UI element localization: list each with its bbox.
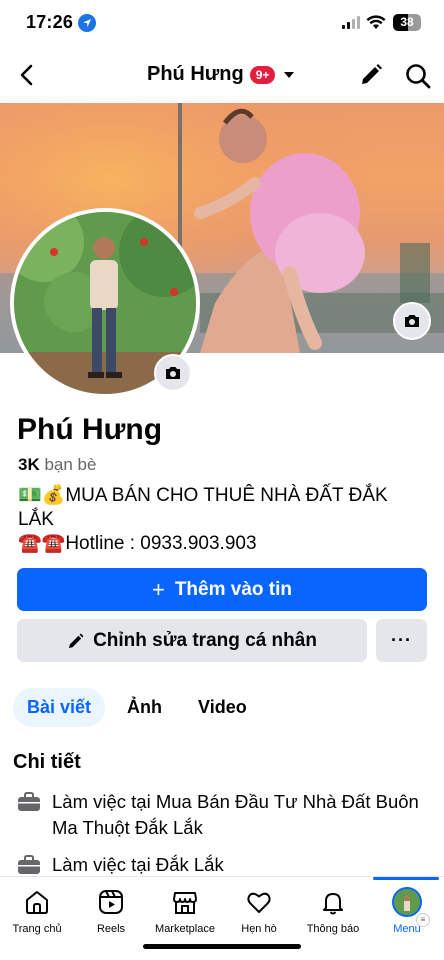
nav-notifications[interactable]: Thông báo	[296, 887, 370, 935]
status-time: 17:26	[26, 12, 74, 32]
reels-icon	[99, 890, 123, 914]
camera-icon	[166, 367, 180, 379]
back-arrow-icon	[20, 64, 33, 86]
friends-count-value: 3K	[18, 455, 40, 474]
profile-name: Phú Hưng	[17, 413, 163, 446]
edit-profile-button[interactable]: Chỉnh sửa trang cá nhân	[17, 619, 367, 662]
friends-count[interactable]: 3K bạn bè	[18, 455, 96, 475]
nav-home[interactable]: Trang chủ	[0, 887, 74, 935]
dating-heart-icon	[247, 892, 271, 913]
cover-camera-button[interactable]	[393, 302, 431, 340]
home-icon	[26, 891, 48, 914]
briefcase-icon	[18, 855, 40, 874]
status-bar: 17:26 38	[0, 0, 444, 48]
add-to-story-label: Thêm vào tin	[174, 578, 293, 600]
detail-item-work[interactable]: Làm việc tại Đắk Lắk	[17, 852, 422, 878]
nav-marketplace[interactable]: Marketplace	[148, 887, 222, 935]
header-title: Phú Hưng	[147, 63, 244, 85]
more-options-button[interactable]: ···	[376, 619, 427, 662]
nav-menu-label: Menu	[393, 923, 421, 935]
active-tab-indicator	[373, 877, 439, 880]
pencil-icon	[362, 64, 382, 84]
notification-badge: 9+	[249, 65, 276, 84]
profile-tabs: Bài viết Ảnh Video	[13, 687, 269, 727]
search-button[interactable]	[404, 62, 432, 90]
more-dots-icon: ···	[391, 630, 412, 650]
nav-dating-label: Hẹn hò	[241, 923, 277, 935]
location-arrow-icon	[78, 14, 96, 32]
tab-posts[interactable]: Bài viết	[13, 687, 106, 727]
nav-marketplace-label: Marketplace	[155, 923, 215, 935]
detail-item-work[interactable]: Làm việc tại Mua Bán Đầu Tư Nhà Đất Buôn…	[17, 789, 422, 841]
battery-level: 38	[400, 15, 414, 29]
detail-work-text: Làm việc tại Mua Bán Đầu Tư Nhà Đất Buôn…	[52, 791, 419, 838]
tab-videos[interactable]: Video	[184, 688, 261, 727]
friends-count-label: bạn bè	[44, 455, 97, 474]
cellular-signal-icon	[342, 16, 360, 29]
tab-photos[interactable]: Ảnh	[113, 688, 176, 727]
briefcase-icon	[18, 792, 40, 811]
nav-home-label: Trang chủ	[12, 923, 62, 935]
menu-badge-icon: ≡	[416, 913, 430, 927]
plus-icon: +	[151, 576, 165, 602]
avatar-camera-button[interactable]	[154, 354, 192, 392]
nav-menu[interactable]: ≡ Menu	[370, 887, 444, 935]
home-indicator	[143, 944, 301, 949]
edit-profile-shortcut-button[interactable]	[358, 62, 384, 88]
details-title: Chi tiết	[13, 751, 81, 773]
nav-notifications-label: Thông báo	[306, 923, 360, 935]
nav-dating[interactable]: Hẹn hò	[222, 887, 296, 935]
detail-work-text: Làm việc tại Đắk Lắk	[52, 854, 224, 875]
caret-down-icon	[284, 71, 295, 78]
nav-reels[interactable]: Reels	[74, 887, 148, 935]
edit-profile-label: Chỉnh sửa trang cá nhân	[93, 629, 317, 651]
back-button[interactable]	[12, 60, 42, 90]
add-to-story-button[interactable]: + Thêm vào tin	[17, 568, 427, 611]
marketplace-icon	[173, 892, 197, 914]
menu-avatar-icon	[392, 887, 422, 917]
bio-line-1: 💵💰MUA BÁN CHO THUÊ NHÀ ĐẤT ĐẮK LẮK	[18, 485, 388, 530]
wifi-icon	[366, 15, 386, 29]
battery-icon: 38	[393, 14, 421, 31]
bell-icon	[323, 893, 343, 915]
camera-icon	[405, 315, 419, 327]
profile-header: Phú Hưng 9+	[0, 54, 444, 98]
profile-switcher[interactable]: Phú Hưng 9+	[147, 63, 295, 86]
search-icon	[406, 64, 431, 89]
bio-line-2: ☎️☎️Hotline : 0933.903.903	[18, 533, 257, 554]
nav-reels-label: Reels	[96, 923, 126, 935]
pencil-icon	[69, 633, 84, 648]
